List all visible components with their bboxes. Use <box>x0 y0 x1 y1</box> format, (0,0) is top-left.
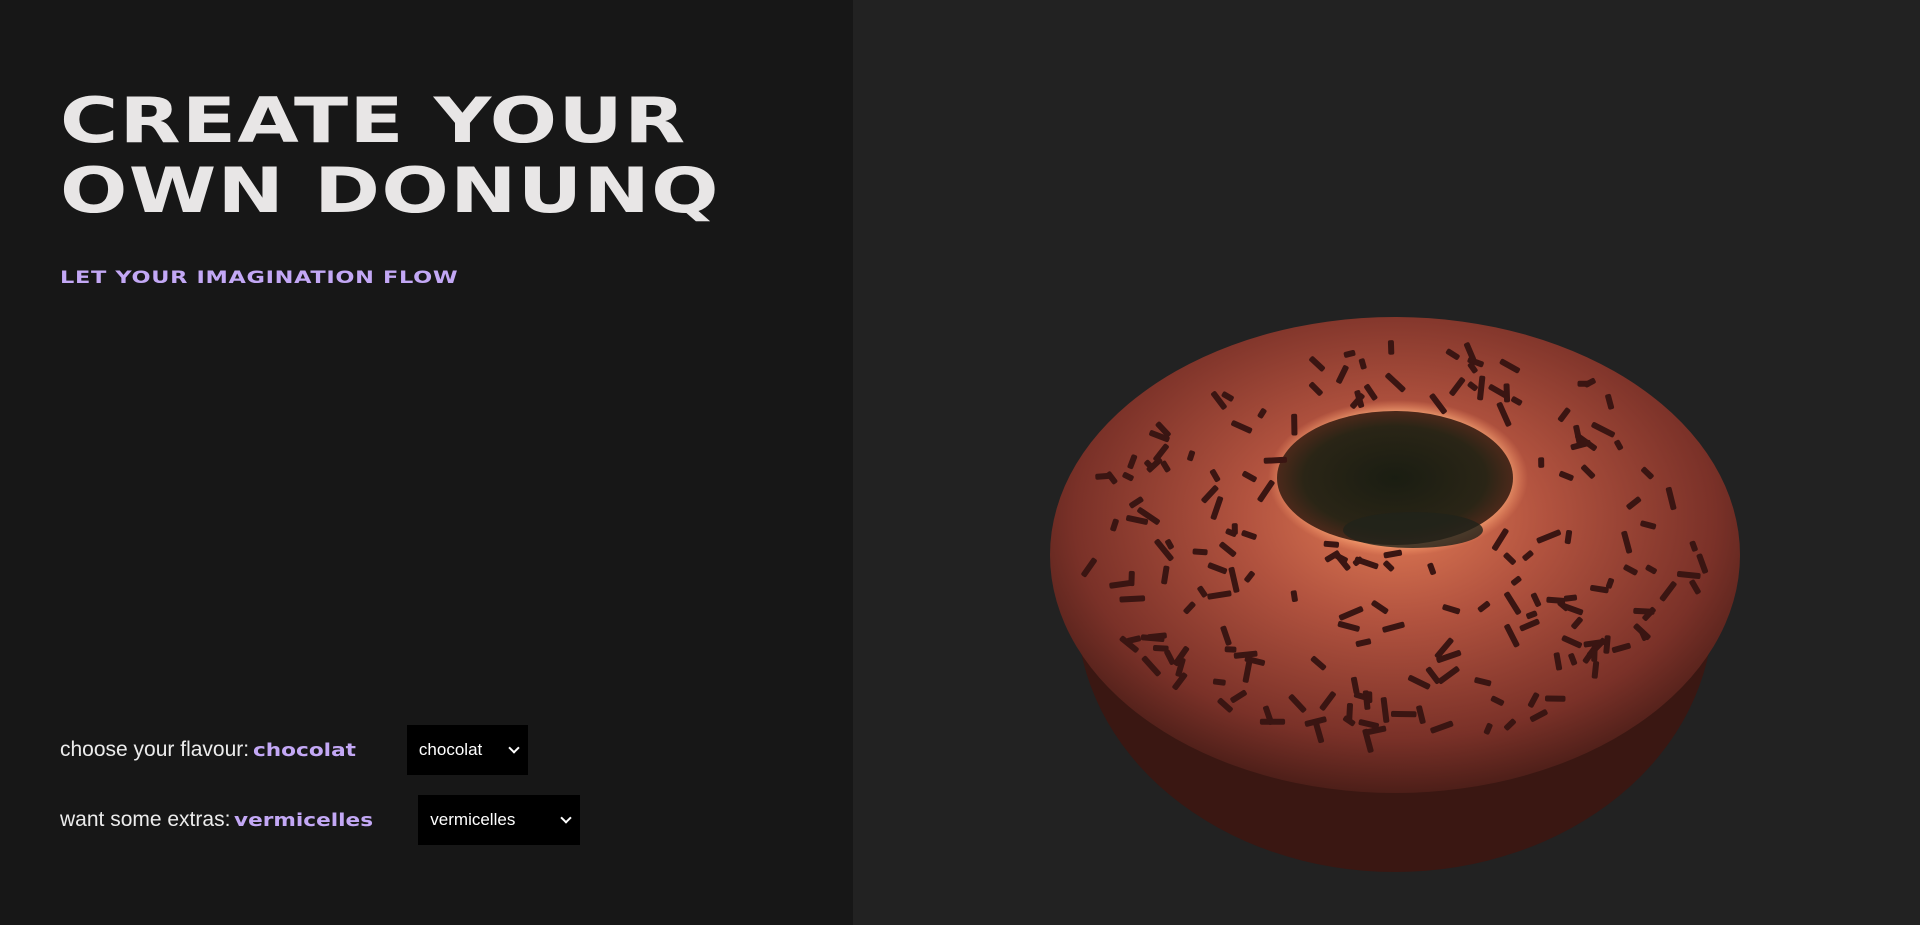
sprinkle <box>1633 607 1655 615</box>
controls-panel: CREATE YOUR OWN DONUNQ LET YOUR IMAGINAT… <box>0 0 853 925</box>
donut-render <box>1050 317 1740 872</box>
sprinkle <box>1263 456 1288 464</box>
sprinkle <box>1387 340 1395 355</box>
flavour-label: choose your flavour: <box>60 738 250 761</box>
extras-current-value: vermicelles <box>234 809 374 831</box>
donut-3d-viewport[interactable] <box>853 0 1920 925</box>
sprinkle <box>1291 413 1298 436</box>
sprinkle <box>1390 710 1417 718</box>
chevron-down-icon <box>508 742 520 754</box>
extras-select-value: vermicelles <box>430 810 516 829</box>
sprinkle <box>1544 695 1566 702</box>
sprinkle <box>1591 648 1598 662</box>
chevron-down-icon <box>560 812 572 824</box>
tagline: LET YOUR IMAGINATION FLOW <box>60 268 459 288</box>
extras-select[interactable]: vermicelles <box>418 795 581 845</box>
flavour-current-value: chocolat <box>253 739 357 761</box>
flavour-select-value: chocolat <box>418 740 483 759</box>
sprinkle <box>1095 472 1111 480</box>
flavour-select[interactable]: chocolat <box>406 725 528 775</box>
flavour-option-row: choose your flavour: chocolat chocolat <box>60 725 528 775</box>
sprinkle <box>1224 646 1237 653</box>
sprinkle <box>1192 548 1208 556</box>
sprinkle <box>1538 457 1545 468</box>
extras-label: want some extras: <box>60 808 231 831</box>
sprinkle <box>1152 644 1169 652</box>
sprinkle <box>1366 691 1373 704</box>
extras-option-row: want some extras: vermicelles vermicelle… <box>60 795 581 845</box>
sprinkle <box>1259 718 1286 725</box>
donut-body <box>1050 317 1740 872</box>
